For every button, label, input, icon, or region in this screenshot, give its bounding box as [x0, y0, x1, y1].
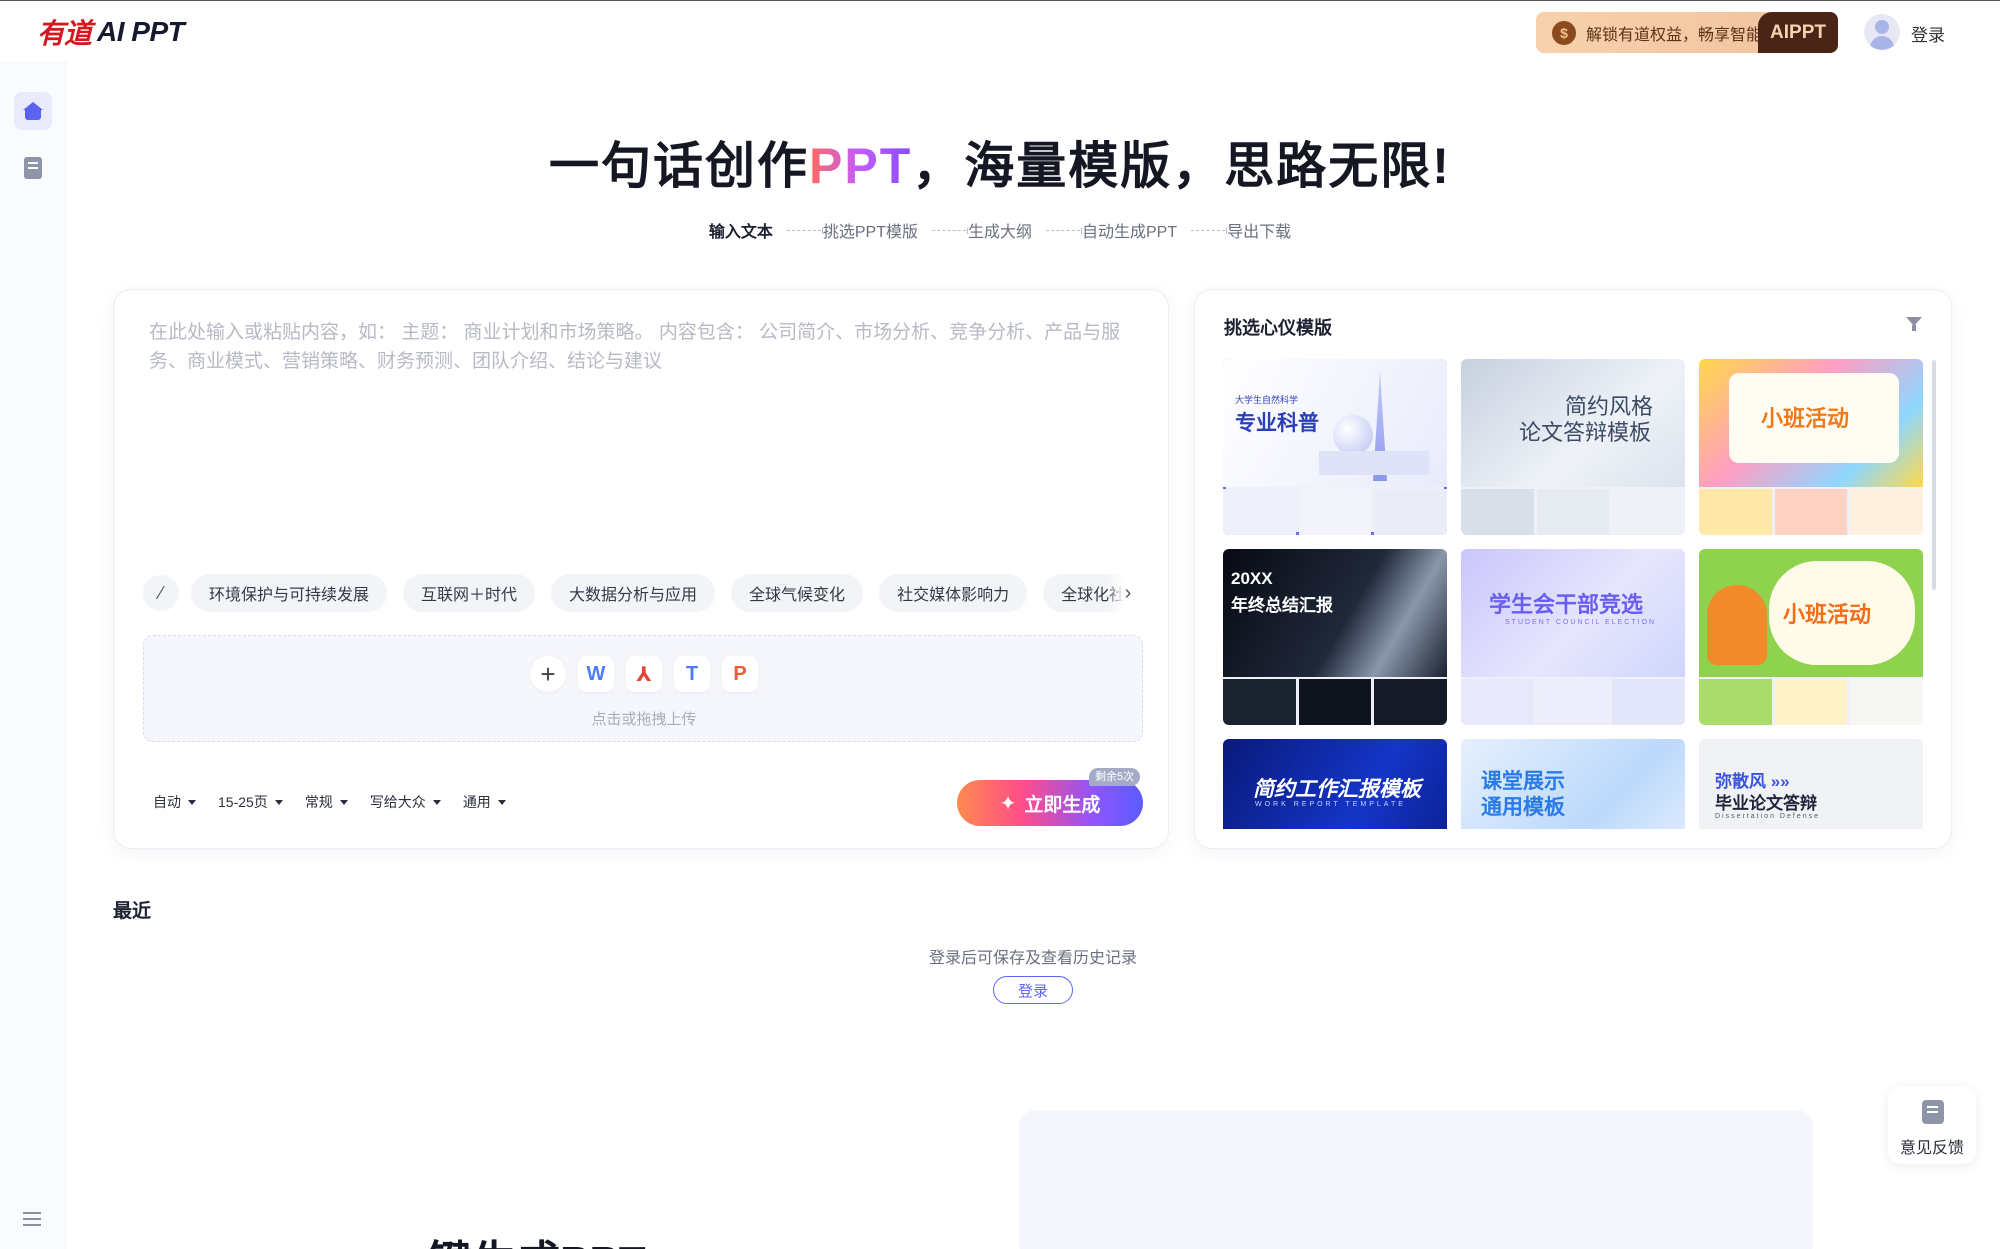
file-upload-area[interactable]: + W ⅄ T P 点击或拖拽上传 [143, 635, 1143, 742]
header-login-link[interactable]: 登录 [1911, 21, 1945, 46]
logo-en: AI PPT [97, 16, 185, 47]
topic-suggestions: ⁄ 环境保护与可持续发展 互联网＋时代 大数据分析与应用 全球气候变化 社交媒体… [143, 574, 1143, 612]
option-language-dropdown[interactable]: 自动 [153, 792, 196, 812]
template-scrollbar[interactable] [1932, 360, 1936, 590]
home-icon [23, 102, 43, 120]
template-title: 小班活动 [1783, 602, 1872, 627]
template-grid: 大学生自然科学 专业科普 简约风格 论文答辩模板 小班活动 20XX 年终总结汇… [1223, 359, 1923, 829]
feature-heading: 一键生成PPT [384, 1226, 646, 1249]
template-title: 专业科普 [1235, 412, 1319, 435]
feedback-icon [1922, 1100, 1944, 1124]
template-picker: 挑选心仪模版 大学生自然科学 专业科普 简约风格 论文答辩模板 小班活动 20X… [1194, 289, 1952, 849]
text-file-icon[interactable]: T [674, 656, 710, 692]
caret-down-icon [188, 799, 196, 805]
template-title-line2: 年终总结汇报 [1231, 596, 1333, 615]
template-title: 学生会干部竞选 [1489, 592, 1644, 617]
upload-icons: + W ⅄ T P [144, 656, 1144, 692]
template-card[interactable]: 简约风格 论文答辩模板 [1461, 359, 1685, 535]
vip-crown-icon: $ [1552, 20, 1576, 45]
option-scene-dropdown[interactable]: 通用 [463, 792, 506, 812]
template-card[interactable]: 小班活动 [1699, 359, 1923, 535]
feedback-button[interactable]: 意见反馈 [1888, 1086, 1976, 1164]
remaining-count-badge: 剩余5次 [1089, 768, 1141, 786]
step-connector [1046, 227, 1082, 234]
feature-preview-panel [1019, 1110, 1813, 1249]
template-card[interactable]: 大学生自然科学 专业科普 [1223, 359, 1447, 535]
user-avatar-icon[interactable] [1864, 14, 1900, 50]
generation-options: 自动 15-25页 常规 写给大众 通用 [153, 792, 528, 812]
template-card[interactable]: 20XX 年终总结汇报 [1223, 549, 1447, 725]
app-logo[interactable]: 有道 AI PPT [37, 14, 185, 50]
step-connector [786, 227, 823, 234]
top-header: 有道 AI PPT $ 解锁有道权益，畅享智能 AIPPT 登录 [0, 0, 2000, 62]
topic-chip[interactable]: 全球气候变化 [731, 574, 864, 612]
step-progress: 输入文本 挑选PPT模版 生成大纲 自动生成PPT 导出下载 [0, 218, 2000, 242]
topic-chip[interactable]: 互联网＋时代 [403, 574, 536, 612]
step-outline: 生成大纲 [967, 224, 1032, 241]
template-card[interactable]: 简约工作汇报模板 WORK REPORT TEMPLATE [1223, 739, 1447, 829]
content-textarea[interactable]: 在此处输入或粘贴内容，如： 主题： 商业计划和市场策略。 内容包含： 公司简介、… [149, 318, 1139, 376]
template-subtitle: 大学生自然科学 [1235, 395, 1299, 405]
menu-list-icon[interactable] [23, 1212, 41, 1226]
ppt-file-icon[interactable]: P [722, 656, 758, 692]
caret-down-icon [339, 799, 348, 805]
step-export: 导出下载 [1227, 224, 1292, 241]
template-card[interactable]: 课堂展示 通用模板 [1461, 739, 1685, 829]
topic-chip[interactable]: 大数据分析与应用 [551, 574, 716, 612]
template-title: 小班活动 [1761, 406, 1850, 431]
recent-empty-hint: 登录后可保存及查看历史记录 [928, 950, 1137, 967]
add-file-icon[interactable]: + [530, 656, 566, 692]
word-file-icon[interactable]: W [578, 656, 614, 692]
input-card: 在此处输入或粘贴内容，如： 主题： 商业计划和市场策略。 内容包含： 公司简介、… [113, 289, 1169, 849]
step-connector [931, 227, 968, 234]
caret-down-icon [497, 799, 506, 805]
upload-hint: 点击或拖拽上传 [591, 711, 697, 728]
template-card[interactable]: 弥散风 »» 毕业论文答辩 Dissertation Defense [1699, 739, 1923, 829]
step-connector [1191, 227, 1228, 234]
template-title-line1: 20XX [1231, 569, 1273, 588]
topic-chip[interactable]: 环境保护与可持续发展 [191, 574, 388, 612]
template-title-line2: 毕业论文答辩 [1715, 794, 1817, 813]
option-length-dropdown[interactable]: 常规 [305, 792, 348, 812]
template-subtitle: STUDENT COUNCIL ELECTION [1505, 619, 1657, 626]
option-audience-dropdown[interactable]: 写给大众 [370, 792, 441, 812]
pdf-file-icon[interactable]: ⅄ [626, 656, 662, 692]
option-pages-dropdown[interactable]: 15-25页 [218, 792, 283, 812]
step-input-text: 输入文本 [708, 224, 773, 241]
filter-icon[interactable] [1906, 317, 1922, 331]
template-subtitle: WORK REPORT TEMPLATE [1255, 801, 1406, 808]
chevron-right-icon[interactable]: › [1107, 574, 1143, 612]
logo-cn: 有道 [37, 18, 92, 49]
step-auto-generate: 自动生成PPT [1082, 224, 1178, 241]
generate-button[interactable]: ✦ 立即生成 [957, 780, 1143, 826]
template-subtitle: Dissertation Defense [1715, 813, 1820, 820]
caret-down-icon [274, 799, 283, 805]
vip-text: 解锁有道权益，畅享智能 [1586, 26, 1763, 44]
vip-tag: AIPPT [1758, 12, 1838, 53]
topic-chip[interactable]: 社交媒体影响力 [879, 574, 1028, 612]
recent-section-title: 最近 [113, 901, 152, 922]
template-title-line2: 通用模板 [1481, 796, 1565, 819]
page-title: 一句话创作PPT，海量模版，思路无限! [549, 138, 1451, 194]
sparkle-icon: ✦ [999, 792, 1017, 815]
step-choose-template: 挑选PPT模版 [822, 224, 918, 241]
template-picker-title: 挑选心仪模版 [1224, 318, 1332, 338]
magic-wand-icon[interactable]: ⁄ [143, 575, 179, 611]
template-title-line2: 论文答辩模板 [1519, 420, 1652, 445]
recent-login-button[interactable]: 登录 [993, 976, 1073, 1004]
caret-down-icon [432, 799, 441, 805]
vip-banner[interactable]: $ 解锁有道权益，畅享智能 AIPPT [1536, 12, 1838, 53]
feedback-label: 意见反馈 [1899, 1140, 1964, 1157]
template-title: 简约工作汇报模板 [1253, 778, 1421, 801]
sidebar-home-button[interactable] [14, 92, 52, 130]
template-card[interactable]: 小班活动 [1699, 549, 1923, 725]
template-card[interactable]: 学生会干部竞选 STUDENT COUNCIL ELECTION [1461, 549, 1685, 725]
